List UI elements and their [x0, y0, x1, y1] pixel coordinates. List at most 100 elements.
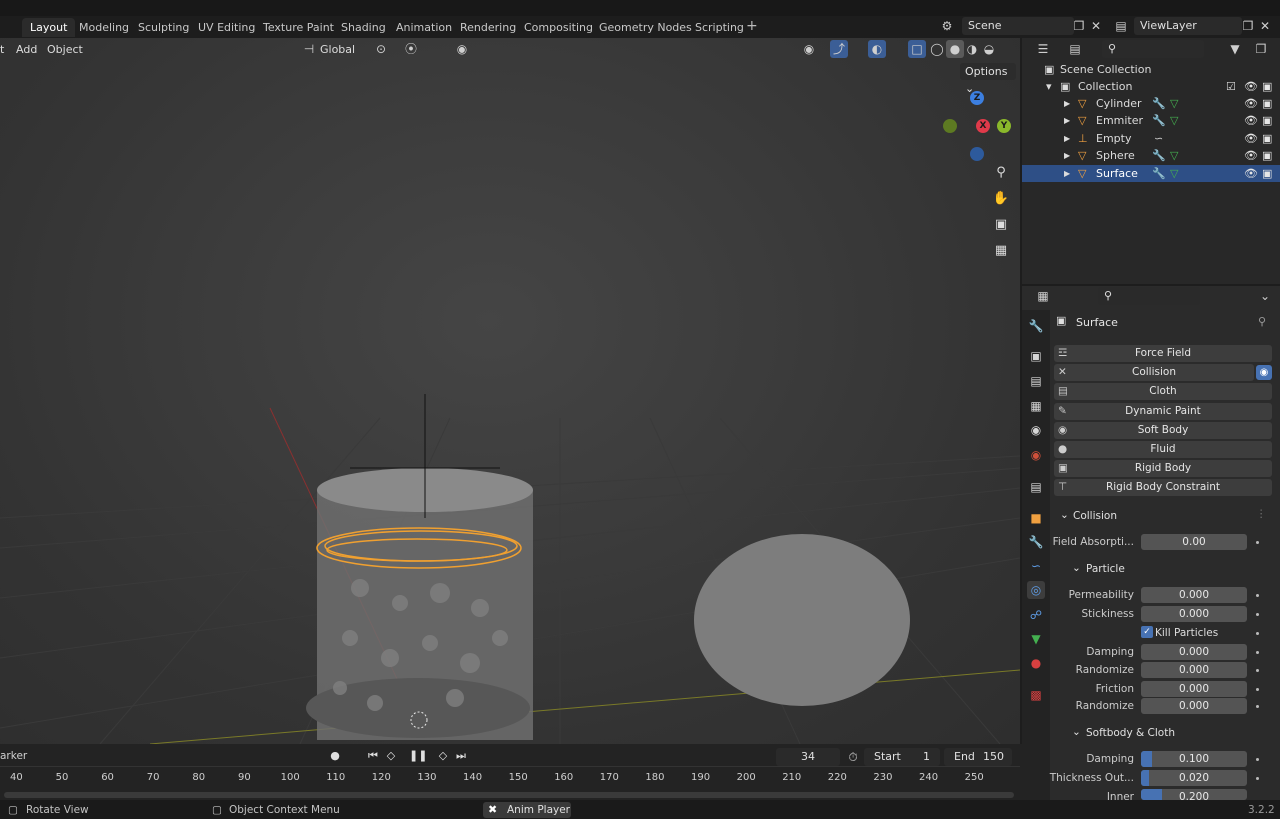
kill-particles-checkbox[interactable]: ✓: [1141, 626, 1153, 638]
expand-arrow-icon[interactable]: ▶: [1064, 112, 1070, 129]
eye-icon[interactable]: 👁: [1244, 165, 1258, 182]
wireframe-shading-icon[interactable]: ◯: [928, 40, 946, 58]
new-collection-icon[interactable]: ❐: [1252, 40, 1270, 58]
timeline-scrollbar[interactable]: [4, 792, 1014, 798]
drag-handle-icon[interactable]: ⋮: [1256, 508, 1267, 520]
physics-fluid-button[interactable]: ● Fluid: [1054, 441, 1272, 458]
new-view-layer-icon[interactable]: ❐: [1239, 17, 1257, 35]
eye-icon[interactable]: 👁: [1244, 95, 1258, 112]
gizmo-z-axis[interactable]: Z: [970, 91, 984, 105]
physics-rigid-body-constraint-button[interactable]: ⊤ Rigid Body Constraint: [1054, 479, 1272, 497]
modifier-icon[interactable]: 🔧: [1152, 147, 1166, 164]
visibility-icon[interactable]: ◉: [800, 40, 818, 58]
tool-tab-icon[interactable]: 🔧: [1027, 317, 1045, 335]
overlay-toggle-icon[interactable]: ◐: [868, 40, 886, 58]
workspace-tab-uv-editing[interactable]: UV Editing: [190, 18, 263, 37]
scene-field[interactable]: Scene: [962, 17, 1074, 35]
prev-keyframe-icon[interactable]: ◇: [383, 749, 399, 763]
solid-shading-icon[interactable]: ●: [946, 40, 964, 58]
start-frame-field[interactable]: Start 1: [864, 748, 940, 766]
workspace-tab-geometry-nodes[interactable]: Geometry Nodes: [591, 18, 700, 37]
workspace-tab-rendering[interactable]: Rendering: [452, 18, 524, 37]
camera-icon[interactable]: ▣: [1262, 78, 1272, 95]
current-frame-field[interactable]: 34: [776, 748, 840, 766]
keyframe-dot[interactable]: [1256, 651, 1259, 654]
scene-icon[interactable]: ⚙: [938, 17, 956, 35]
softbody-section-header[interactable]: Softbody & Cloth: [1086, 727, 1175, 739]
view-menu[interactable]: t: [0, 43, 4, 56]
particle-section-chevron-icon[interactable]: ⌄: [1072, 562, 1081, 574]
outliner-filter-view-icon[interactable]: ▤: [1066, 40, 1084, 58]
object-menu[interactable]: Object: [47, 43, 83, 56]
pause-icon[interactable]: ❚❚: [409, 749, 427, 763]
view-layer-icon[interactable]: ▤: [1112, 17, 1130, 35]
next-keyframe-icon[interactable]: ◇: [435, 749, 451, 763]
outliner-item-sphere[interactable]: ▶ ▽ Sphere 🔧 ▽ 👁 ▣: [1022, 147, 1280, 164]
render-tab-icon[interactable]: ▣: [1027, 347, 1045, 365]
workspace-tab-texture-paint[interactable]: Texture Paint: [255, 18, 342, 37]
world-tab-icon[interactable]: ◉: [1027, 446, 1045, 464]
material-shading-icon[interactable]: ◑: [963, 40, 981, 58]
pivot-point-icon[interactable]: ⊙: [372, 40, 390, 58]
pin-icon[interactable]: ⚲: [1258, 315, 1266, 328]
outliner-scene-collection[interactable]: ▣ Scene Collection: [1022, 61, 1280, 78]
eye-icon[interactable]: 👁: [1244, 130, 1258, 147]
collision-section-chevron-icon[interactable]: ⌄: [1060, 509, 1069, 521]
mesh-data-icon[interactable]: ▽: [1170, 95, 1178, 112]
mesh-data-icon[interactable]: ▽: [1170, 147, 1178, 164]
keyframe-dot[interactable]: [1256, 594, 1259, 597]
gizmo-y-axis[interactable]: Y: [997, 119, 1011, 133]
proportional-edit-icon[interactable]: ◉: [453, 40, 471, 58]
zoom-icon[interactable]: ⚲: [990, 162, 1012, 184]
output-tab-icon[interactable]: ▤: [1027, 372, 1045, 390]
pan-hand-icon[interactable]: ✋: [990, 188, 1012, 210]
camera-icon[interactable]: ▣: [1262, 147, 1272, 164]
filter-icon[interactable]: ▼: [1226, 40, 1244, 58]
keyframe-dot[interactable]: [1256, 758, 1259, 761]
workspace-tab-animation[interactable]: Animation: [388, 18, 460, 37]
keyframe-dot[interactable]: [1256, 632, 1259, 635]
stickiness-field[interactable]: 0.000: [1141, 606, 1247, 622]
modifier-icon[interactable]: 🔧: [1152, 112, 1166, 129]
eye-icon[interactable]: 👁: [1244, 78, 1258, 95]
workspace-tab-sculpting[interactable]: Sculpting: [130, 18, 197, 37]
expand-arrow-icon[interactable]: ▶: [1064, 130, 1070, 147]
particle-section-header[interactable]: Particle: [1086, 563, 1125, 575]
gizmo-x-axis[interactable]: X: [976, 119, 990, 133]
object-tab-icon[interactable]: ■: [1027, 509, 1045, 527]
expand-arrow-icon[interactable]: ▶: [1064, 147, 1070, 164]
modifier-icon[interactable]: 🔧: [1152, 95, 1166, 112]
options-dropdown[interactable]: Options ⌄: [960, 63, 1016, 95]
damping-randomize-field[interactable]: 0.000: [1141, 662, 1247, 678]
cancel-icon[interactable]: ✖: [488, 803, 497, 816]
physics-dynamic-paint-button[interactable]: ✎ Dynamic Paint: [1054, 402, 1272, 420]
snap-icon[interactable]: ⦿: [402, 40, 420, 58]
workspace-tab-shading[interactable]: Shading: [333, 18, 394, 37]
scene-tab-icon[interactable]: ◉: [1027, 421, 1045, 439]
transform-orientation-icon[interactable]: ⊣: [300, 40, 318, 58]
jump-start-icon[interactable]: ⏮: [365, 749, 381, 763]
physics-rigid-body-button[interactable]: ▣ Rigid Body: [1054, 460, 1272, 478]
physics-cloth-button[interactable]: ▤ Cloth: [1054, 383, 1272, 401]
jump-end-icon[interactable]: ⏭: [453, 749, 469, 763]
expand-arrow-icon[interactable]: ▶: [1064, 95, 1070, 112]
outliner-item-surface[interactable]: ▶ ▽ Surface 🔧 ▽ 👁 ▣: [1022, 164, 1280, 182]
thickness-outer-field[interactable]: 0.020: [1141, 770, 1247, 786]
properties-search-input[interactable]: ⚲: [1098, 287, 1200, 305]
outliner-item-emmiter[interactable]: ▶ ▽ Emmiter 🔧 ▽ 👁 ▣: [1022, 112, 1280, 129]
xray-toggle-icon[interactable]: □: [908, 40, 926, 58]
softbody-section-chevron-icon[interactable]: ⌄: [1072, 726, 1081, 738]
record-keyframe-icon[interactable]: ●: [327, 749, 343, 763]
view-layer-tab-icon[interactable]: ▦: [1027, 397, 1045, 415]
camera-view-icon[interactable]: ▣: [990, 214, 1012, 236]
outliner-search-input[interactable]: ⚲: [1102, 40, 1204, 58]
add-menu[interactable]: Add: [16, 43, 37, 56]
gizmo-neg-z-axis[interactable]: [970, 147, 984, 161]
camera-icon[interactable]: ▣: [1262, 165, 1272, 182]
workspace-tab-scripting[interactable]: Scripting: [687, 18, 752, 37]
view-layer-field[interactable]: ViewLayer: [1134, 17, 1242, 35]
3d-viewport[interactable]: [0, 38, 1020, 744]
ortho-grid-icon[interactable]: ▦: [990, 240, 1012, 262]
keyframe-dot[interactable]: [1256, 777, 1259, 780]
outliner-display-mode-icon[interactable]: ☰: [1034, 40, 1052, 58]
